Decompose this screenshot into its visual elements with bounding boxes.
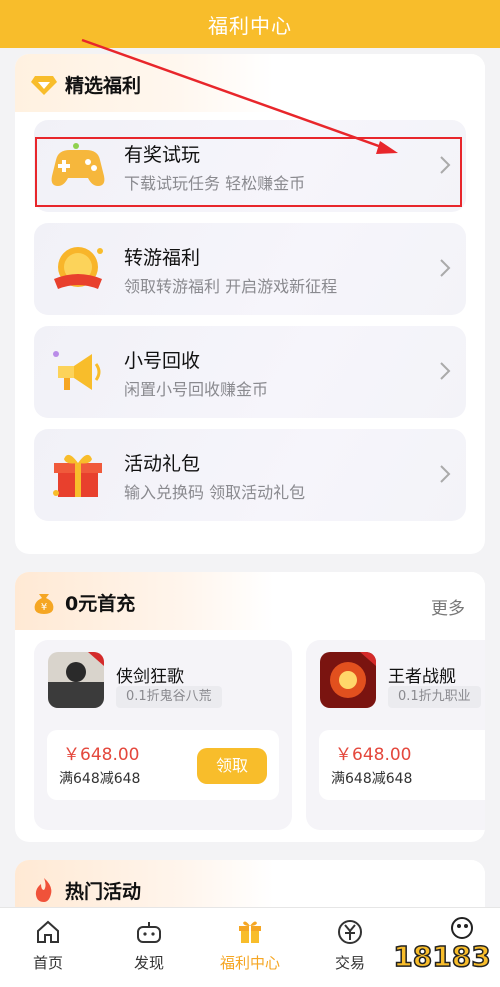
game-tag: 0.1折九职业	[388, 686, 481, 708]
first-charge-card: ¥ 0元首充 更多 侠剑狂歌 0.1折鬼谷八荒 ￥648.00 满648减648…	[15, 572, 485, 842]
more-link[interactable]: 更多	[431, 594, 465, 619]
item-subtitle: 输入兑换码 领取活动礼包	[124, 483, 306, 502]
diamond-icon	[31, 76, 57, 95]
coupon-condition: 满648减648	[59, 771, 141, 787]
first-charge-header: ¥ 0元首充 更多	[15, 572, 485, 630]
coupon: ￥648.00 满648减648 领取	[47, 730, 279, 800]
item-title: 转游福利	[124, 247, 201, 269]
item-title: 有奖试玩	[124, 144, 201, 166]
first-charge-title: 0元首充	[65, 593, 136, 615]
coupon-price: ￥648.00	[335, 745, 412, 765]
tab-label: 福利中心	[219, 954, 280, 972]
flame-icon	[35, 878, 52, 902]
claim-button[interactable]: 领取	[197, 748, 267, 784]
coin-icon	[54, 247, 103, 289]
megaphone-icon	[53, 351, 101, 390]
svg-text:¥: ¥	[41, 602, 47, 613]
game-icon-xiajian	[48, 652, 104, 708]
game-tag: 0.1折鬼谷八荒	[116, 686, 222, 708]
game-icon-wangzhe	[320, 652, 376, 708]
tab-label: 首页	[32, 954, 63, 972]
tab-home[interactable]: 首页	[8, 918, 88, 973]
game-name: 王者战舰	[388, 667, 456, 687]
tab-label: 交易	[334, 954, 365, 972]
header-bar: 福利中心	[0, 0, 500, 48]
coupon-condition: 满648减648	[331, 771, 413, 787]
game-name: 侠剑狂歌	[116, 667, 184, 687]
gamepad-icon	[51, 143, 105, 186]
chevron-right-icon	[440, 259, 451, 277]
item-subtitle: 闲置小号回收赚金币	[124, 380, 269, 399]
gift-icon	[53, 454, 102, 497]
featured-welfare-card: 精选福利 有奖试玩 下载试玩任务 轻松赚金币 转游福利 领取转游福利 开启游戏新…	[15, 54, 485, 554]
money-bag-icon: ¥	[34, 594, 54, 614]
page-title: 福利中心	[208, 13, 292, 38]
chevron-right-icon	[440, 465, 451, 483]
featured-section-header: 精选福利	[15, 54, 485, 112]
item-subtitle: 领取转游福利 开启游戏新征程	[124, 277, 338, 296]
welfare-item-trial-play[interactable]: 有奖试玩 下载试玩任务 轻松赚金币	[34, 120, 466, 212]
welfare-item-account-recycle[interactable]: 小号回收 闲置小号回收赚金币	[34, 326, 466, 418]
item-subtitle: 下载试玩任务 轻松赚金币	[124, 174, 306, 193]
tab-trade[interactable]: 交易	[310, 918, 390, 973]
chevron-right-icon	[440, 156, 451, 174]
item-title: 小号回收	[124, 350, 201, 372]
yen-icon	[338, 920, 362, 944]
svg-text:18183: 18183	[393, 940, 490, 973]
tab-discover[interactable]: 发现	[109, 918, 189, 973]
welfare-item-transfer[interactable]: 转游福利 领取转游福利 开启游戏新征程	[34, 223, 466, 315]
watermark-logo: 18183	[393, 917, 491, 974]
featured-section-title: 精选福利	[65, 75, 142, 97]
home-icon	[37, 920, 59, 943]
discover-icon	[137, 922, 161, 943]
welfare-item-gift-pack[interactable]: 活动礼包 输入兑换码 领取活动礼包	[34, 429, 466, 521]
tab-welfare-center[interactable]: 福利中心	[210, 918, 290, 973]
item-title: 活动礼包	[124, 453, 201, 475]
coupon: ￥648.00 满648减648	[319, 730, 485, 800]
chevron-right-icon	[440, 362, 451, 380]
coupon-price: ￥648.00	[63, 745, 140, 765]
hot-activity-title: 热门活动	[65, 881, 142, 903]
gift-icon	[239, 921, 261, 943]
game-card[interactable]: 王者战舰 0.1折九职业 ￥648.00 满648减648	[306, 640, 485, 830]
tab-label: 发现	[133, 954, 164, 972]
game-card[interactable]: 侠剑狂歌 0.1折鬼谷八荒 ￥648.00 满648减648 领取	[34, 640, 292, 830]
